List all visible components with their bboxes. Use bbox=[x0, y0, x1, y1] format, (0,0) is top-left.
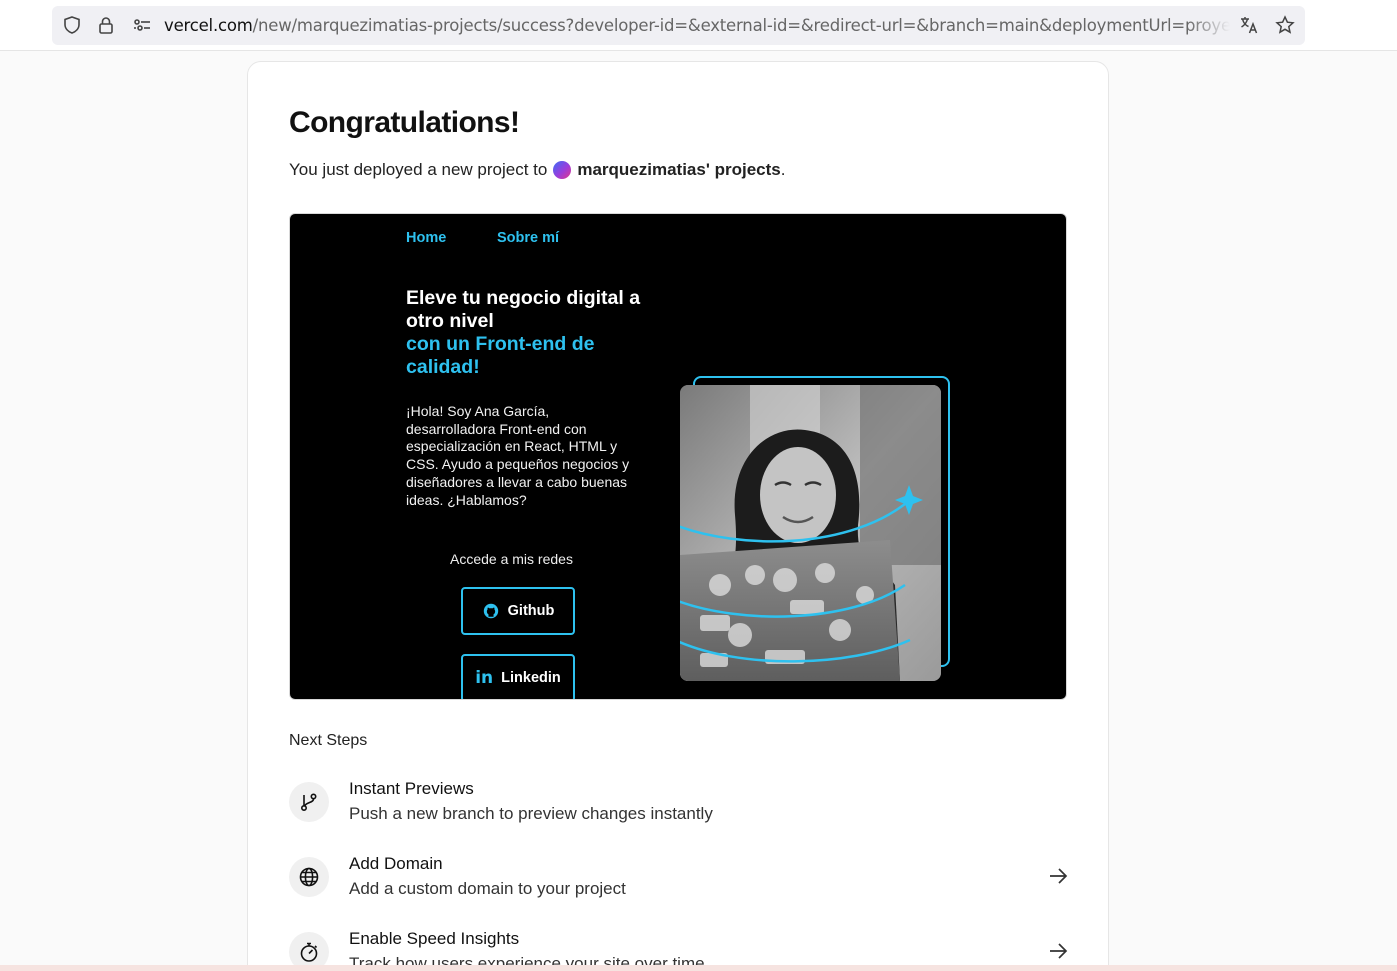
preview-headline-accent: con un Front-end de calidad! bbox=[406, 333, 595, 378]
step-title: Add Domain bbox=[349, 854, 443, 873]
permissions-icon[interactable] bbox=[131, 14, 153, 36]
browser-toolbar: vercel.com/new/marquezimatias-projects/s… bbox=[0, 0, 1397, 51]
arrow-right-icon[interactable] bbox=[1047, 940, 1069, 962]
step-instant-previews[interactable]: Instant Previews Push a new branch to pr… bbox=[289, 779, 1069, 842]
github-icon bbox=[483, 603, 498, 619]
subtitle-suffix: . bbox=[780, 160, 786, 179]
preview-headline: Eleve tu negocio digital a otro nivel co… bbox=[406, 287, 646, 379]
shield-icon[interactable] bbox=[61, 14, 83, 36]
lock-icon[interactable] bbox=[95, 14, 117, 36]
star-icon[interactable] bbox=[1274, 14, 1296, 36]
translate-icon[interactable] bbox=[1238, 14, 1260, 36]
globe-icon bbox=[289, 857, 329, 897]
url-text[interactable]: vercel.com/new/marquezimatias-projects/s… bbox=[164, 16, 1230, 36]
preview-linkedin-button: in Linkedin bbox=[461, 654, 575, 699]
deployment-preview[interactable]: Home Sobre mí Eleve tu negocio digital a… bbox=[289, 213, 1067, 700]
preview-headline-white: Eleve tu negocio digital a otro nivel bbox=[406, 287, 641, 332]
next-steps-heading: Next Steps bbox=[289, 732, 368, 749]
preview-nav-about: Sobre mí bbox=[497, 230, 560, 246]
step-description: Add a custom domain to your project bbox=[349, 879, 626, 898]
linkedin-icon: in bbox=[475, 668, 494, 688]
preview-github-button: Github bbox=[461, 587, 575, 635]
preview-linkedin-label: Linkedin bbox=[501, 670, 561, 686]
success-card: Congratulations! You just deployed a new… bbox=[247, 61, 1109, 971]
subtitle-prefix: You just deployed a new project to bbox=[289, 160, 548, 179]
team-name[interactable]: marquezimatias' projects bbox=[577, 160, 780, 180]
preview-portrait-photo bbox=[680, 385, 941, 681]
preview-nav-home: Home bbox=[406, 230, 447, 246]
preview-social-label: Accede a mis redes bbox=[450, 551, 573, 567]
page-title: Congratulations! bbox=[289, 106, 520, 139]
url-host: vercel.com bbox=[164, 16, 253, 35]
git-branch-icon bbox=[289, 782, 329, 822]
address-bar[interactable]: vercel.com/new/marquezimatias-projects/s… bbox=[52, 6, 1305, 45]
preview-github-label: Github bbox=[507, 603, 555, 619]
arrow-right-icon[interactable] bbox=[1047, 865, 1069, 887]
team-avatar bbox=[553, 161, 572, 179]
step-title: Enable Speed Insights bbox=[349, 929, 520, 948]
step-add-domain[interactable]: Add Domain Add a custom domain to your p… bbox=[289, 854, 1069, 917]
deploy-subtitle: You just deployed a new project to marqu… bbox=[289, 160, 785, 180]
preview-intro: ¡Hola! Soy Ana García, desarrolladora Fr… bbox=[406, 403, 630, 508]
step-description: Push a new branch to preview changes ins… bbox=[349, 804, 713, 823]
bottom-strip bbox=[0, 965, 1397, 971]
url-path: /new/marquezimatias-projects/success?dev… bbox=[252, 16, 1230, 35]
step-title: Instant Previews bbox=[349, 779, 474, 798]
